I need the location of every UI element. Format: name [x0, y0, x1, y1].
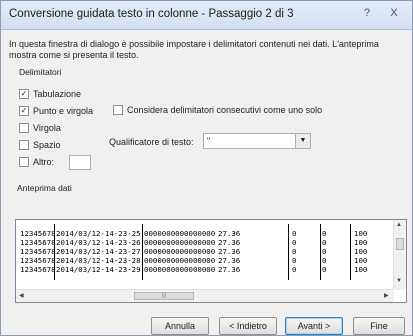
- checkbox-tab[interactable]: ✓: [19, 89, 29, 99]
- other-delimiter-input[interactable]: [69, 155, 91, 170]
- delimiter-space[interactable]: Spazio: [19, 138, 61, 152]
- delimiter-semicolon-label: Punto e virgola: [33, 106, 94, 116]
- preview-cell: 12345678: [20, 229, 56, 238]
- preview-cell: 0000000000000000: [144, 256, 216, 265]
- preview-row: 12345678 2014/03/12-14-23-28 0000000000000…: [20, 256, 392, 265]
- preview-cell: 27.36: [218, 238, 241, 247]
- preview-cell: 12345678: [20, 256, 56, 265]
- text-to-columns-dialog: Conversione guidata testo in colonne - P…: [0, 0, 413, 336]
- scroll-down-icon[interactable]: ▼: [396, 278, 402, 284]
- data-preview[interactable]: 12345678 2014/03/12-14-23-25 0000000000000…: [15, 219, 407, 303]
- delimiter-tab-label: Tabulazione: [33, 89, 82, 99]
- preview-row: 12345678 2014/03/12-14-23-27 0000000000000…: [20, 247, 392, 256]
- preview-cell: 100: [354, 229, 368, 238]
- preview-label: Anteprima dati: [17, 183, 72, 193]
- consecutive-delimiters-option[interactable]: Considera delimitatori consecutivi come …: [113, 105, 322, 115]
- finish-button[interactable]: Fine: [353, 317, 405, 335]
- checkbox-other[interactable]: [19, 157, 29, 167]
- preview-cell: 12345678: [20, 247, 56, 256]
- column-break-line[interactable]: [350, 224, 351, 280]
- preview-cell: 0000000000000000: [144, 238, 216, 247]
- title-bar: Conversione guidata testo in colonne - P…: [1, 1, 412, 30]
- preview-cell: 0: [292, 238, 297, 247]
- preview-cell: 0: [322, 265, 327, 274]
- preview-cell: 100: [354, 256, 368, 265]
- text-qualifier-value: ": [207, 136, 211, 146]
- preview-cell: 0000000000000000: [144, 229, 216, 238]
- delimiter-other[interactable]: Altro:: [19, 155, 54, 169]
- delimiters-group-label: Delimitatori: [19, 67, 62, 77]
- checkbox-consecutive[interactable]: [113, 105, 123, 115]
- scroll-up-icon[interactable]: ▲: [396, 222, 402, 228]
- delimiter-tab[interactable]: ✓ Tabulazione: [19, 87, 81, 101]
- preview-cell: 12345678: [20, 265, 56, 274]
- checkbox-space[interactable]: [19, 140, 29, 150]
- horizontal-scroll-thumb[interactable]: |||: [134, 292, 194, 300]
- preview-cell: 0000000000000000: [144, 265, 216, 274]
- preview-cell: 100: [354, 247, 368, 256]
- text-qualifier-select[interactable]: " ▼: [203, 133, 311, 149]
- preview-cell: 2014/03/12-14-23-25: [56, 229, 141, 238]
- column-break-line[interactable]: [288, 224, 289, 280]
- scroll-right-icon[interactable]: ▶: [384, 292, 389, 299]
- preview-cell: 0: [292, 229, 297, 238]
- column-break-line[interactable]: [320, 224, 321, 280]
- preview-row: 12345678 2014/03/12-14-23-26 0000000000000…: [20, 238, 392, 247]
- cancel-button[interactable]: Annulla: [151, 317, 209, 335]
- column-break-line[interactable]: [54, 224, 55, 280]
- preview-cell: 0: [322, 247, 327, 256]
- consecutive-label: Considera delimitatori consecutivi come …: [127, 105, 323, 115]
- preview-cell: 0000000000000000: [144, 247, 216, 256]
- preview-cell: 0: [292, 265, 297, 274]
- delimiter-semicolon[interactable]: ✓ Punto e virgola: [19, 104, 93, 118]
- preview-row: 12345678 2014/03/12-14-23-25 0000000000000…: [20, 229, 392, 238]
- preview-rows: 12345678 2014/03/12-14-23-25 0000000000000…: [20, 229, 392, 274]
- checkbox-semicolon[interactable]: ✓: [19, 106, 29, 116]
- next-button[interactable]: Avanti >: [285, 317, 343, 335]
- dialog-title: Conversione guidata testo in colonne - P…: [9, 8, 294, 20]
- preview-cell: 0: [322, 229, 327, 238]
- checkbox-comma[interactable]: [19, 123, 29, 133]
- preview-cell: 2014/03/12-14-23-29: [56, 265, 141, 274]
- delimiter-comma[interactable]: Virgola: [19, 121, 61, 135]
- preview-cell: 2014/03/12-14-23-26: [56, 238, 141, 247]
- delimiter-other-label: Altro:: [33, 157, 55, 167]
- dialog-description: In questa finestra di dialogo è possibil…: [9, 39, 379, 60]
- close-button[interactable]: X: [383, 4, 405, 22]
- vertical-scrollbar[interactable]: ▲ ▼: [393, 220, 406, 290]
- preview-cell: 27.36: [218, 265, 241, 274]
- preview-cell: 27.36: [218, 247, 241, 256]
- preview-cell: 0: [292, 247, 297, 256]
- chevron-down-icon[interactable]: ▼: [295, 134, 310, 148]
- preview-cell: 12345678: [20, 238, 56, 247]
- preview-cell: 27.36: [218, 229, 241, 238]
- preview-cell: 0: [322, 238, 327, 247]
- preview-cell: 0: [292, 256, 297, 265]
- preview-cell: 2014/03/12-14-23-27: [56, 247, 141, 256]
- help-button[interactable]: ?: [356, 4, 378, 22]
- delimiter-space-label: Spazio: [33, 140, 61, 150]
- preview-cell: 2014/03/12-14-23-28: [56, 256, 141, 265]
- column-break-line[interactable]: [142, 224, 143, 280]
- scroll-left-icon[interactable]: ◀: [19, 292, 24, 299]
- delimiter-comma-label: Virgola: [33, 123, 61, 133]
- vertical-scroll-thumb[interactable]: [396, 238, 404, 250]
- back-button[interactable]: < Indietro: [219, 317, 277, 335]
- preview-cell: 100: [354, 238, 368, 247]
- preview-cell: 0: [322, 256, 327, 265]
- preview-row: 12345678 2014/03/12-14-23-29 0000000000000…: [20, 265, 392, 274]
- horizontal-scrollbar[interactable]: ◀ ||| ▶: [16, 289, 394, 302]
- preview-cell: 27.36: [218, 256, 241, 265]
- text-qualifier-label: Qualificatore di testo:: [109, 137, 194, 147]
- preview-cell: 100: [354, 265, 368, 274]
